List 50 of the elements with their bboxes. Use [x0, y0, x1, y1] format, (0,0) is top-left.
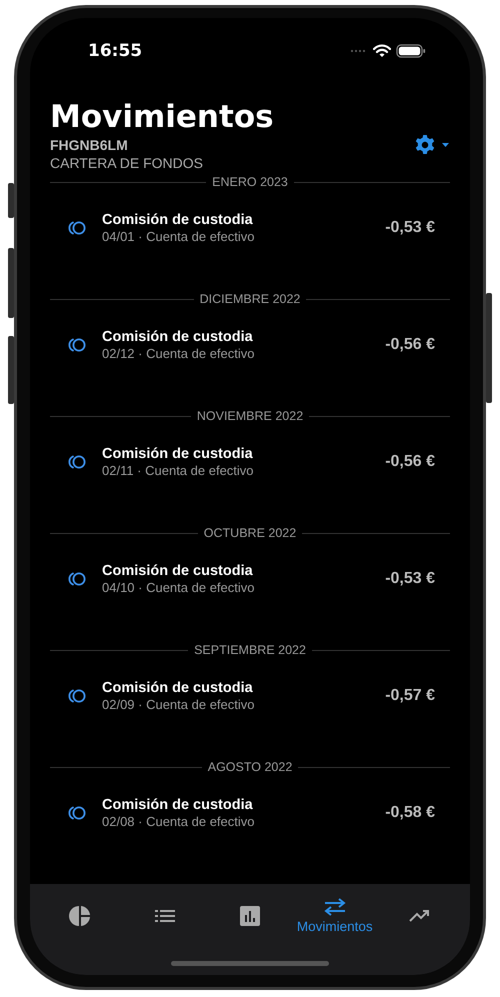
- transaction-row[interactable]: Comisión de custodia 02/11 · Cuenta de efectivo -0,56 €: [50, 442, 450, 482]
- transfer-arrows-icon: [324, 898, 346, 916]
- coins-icon: [66, 688, 88, 704]
- transaction-row[interactable]: Comisión de custodia 02/08 · Cuenta de efectivo -0,58 €: [50, 793, 450, 833]
- status-time: 16:55: [88, 41, 142, 61]
- transaction-subtitle: 02/09 · Cuenta de efectivo: [102, 697, 256, 713]
- transaction-amount: -0,57 €: [385, 687, 435, 705]
- month-header: SEPTIEMBRE 2022: [194, 643, 306, 657]
- account-type: CARTERA DE FONDOS: [50, 154, 204, 172]
- month-header: DICIEMBRE 2022: [200, 292, 300, 306]
- transaction-amount: -0,53 €: [385, 219, 435, 237]
- transaction-title: Comisión de custodia: [102, 562, 254, 580]
- page-title: Movimientos: [50, 99, 274, 135]
- month-header: AGOSTO 2022: [208, 760, 292, 774]
- month-header: ENERO 2023: [212, 175, 288, 189]
- tab-button[interactable]: Movimientos: [292, 896, 378, 936]
- transaction-row[interactable]: Comisión de custodia 02/12 · Cuenta de efectivo -0,56 €: [50, 325, 450, 365]
- signal-icon: [350, 49, 366, 53]
- pie-chart-icon: [69, 905, 92, 927]
- transaction-subtitle: 02/08 · Cuenta de efectivo: [102, 814, 256, 830]
- transaction-amount: -0,56 €: [385, 336, 435, 354]
- transaction-title: Comisión de custodia: [102, 328, 254, 346]
- coins-icon: [66, 571, 88, 587]
- coins-icon: [66, 454, 88, 470]
- coins-icon: [66, 220, 88, 236]
- transaction-title: Comisión de custodia: [102, 445, 254, 463]
- coins-icon: [66, 337, 88, 353]
- transaction-subtitle: 04/10 · Cuenta de efectivo: [102, 580, 256, 596]
- bar-chart-icon: [240, 906, 260, 926]
- month-header: OCTUBRE 2022: [204, 526, 296, 540]
- transaction-row[interactable]: Comisión de custodia 04/01 · Cuenta de efectivo -0,53 €: [50, 208, 450, 248]
- account-id: FHGNB6LM: [50, 137, 129, 153]
- transaction-subtitle: 02/11 · Cuenta de efectivo: [102, 463, 255, 479]
- transaction-subtitle: 04/01 · Cuenta de efectivo: [102, 229, 256, 245]
- transaction-title: Comisión de custodia: [102, 796, 254, 814]
- list-icon: [155, 909, 176, 923]
- transaction-title: Comisión de custodia: [102, 211, 254, 229]
- transaction-amount: -0,53 €: [385, 570, 435, 588]
- wifi-icon: [373, 44, 391, 58]
- month-header: NOVIEMBRE 2022: [196, 409, 304, 423]
- transaction-title: Comisión de custodia: [102, 679, 254, 697]
- coins-icon: [66, 805, 88, 821]
- trending-up-icon: [408, 909, 431, 923]
- transaction-row[interactable]: Comisión de custodia 04/10 · Cuenta de efectivo -0,53 €: [50, 559, 450, 599]
- transaction-subtitle: 02/12 · Cuenta de efectivo: [102, 346, 256, 362]
- transaction-row[interactable]: Comisión de custodia 02/09 · Cuenta de efectivo -0,57 €: [50, 676, 450, 716]
- settings-button[interactable]: [414, 134, 450, 156]
- battery-icon: [396, 44, 426, 58]
- transaction-amount: -0,58 €: [385, 804, 435, 822]
- transaction-amount: -0,56 €: [385, 453, 435, 471]
